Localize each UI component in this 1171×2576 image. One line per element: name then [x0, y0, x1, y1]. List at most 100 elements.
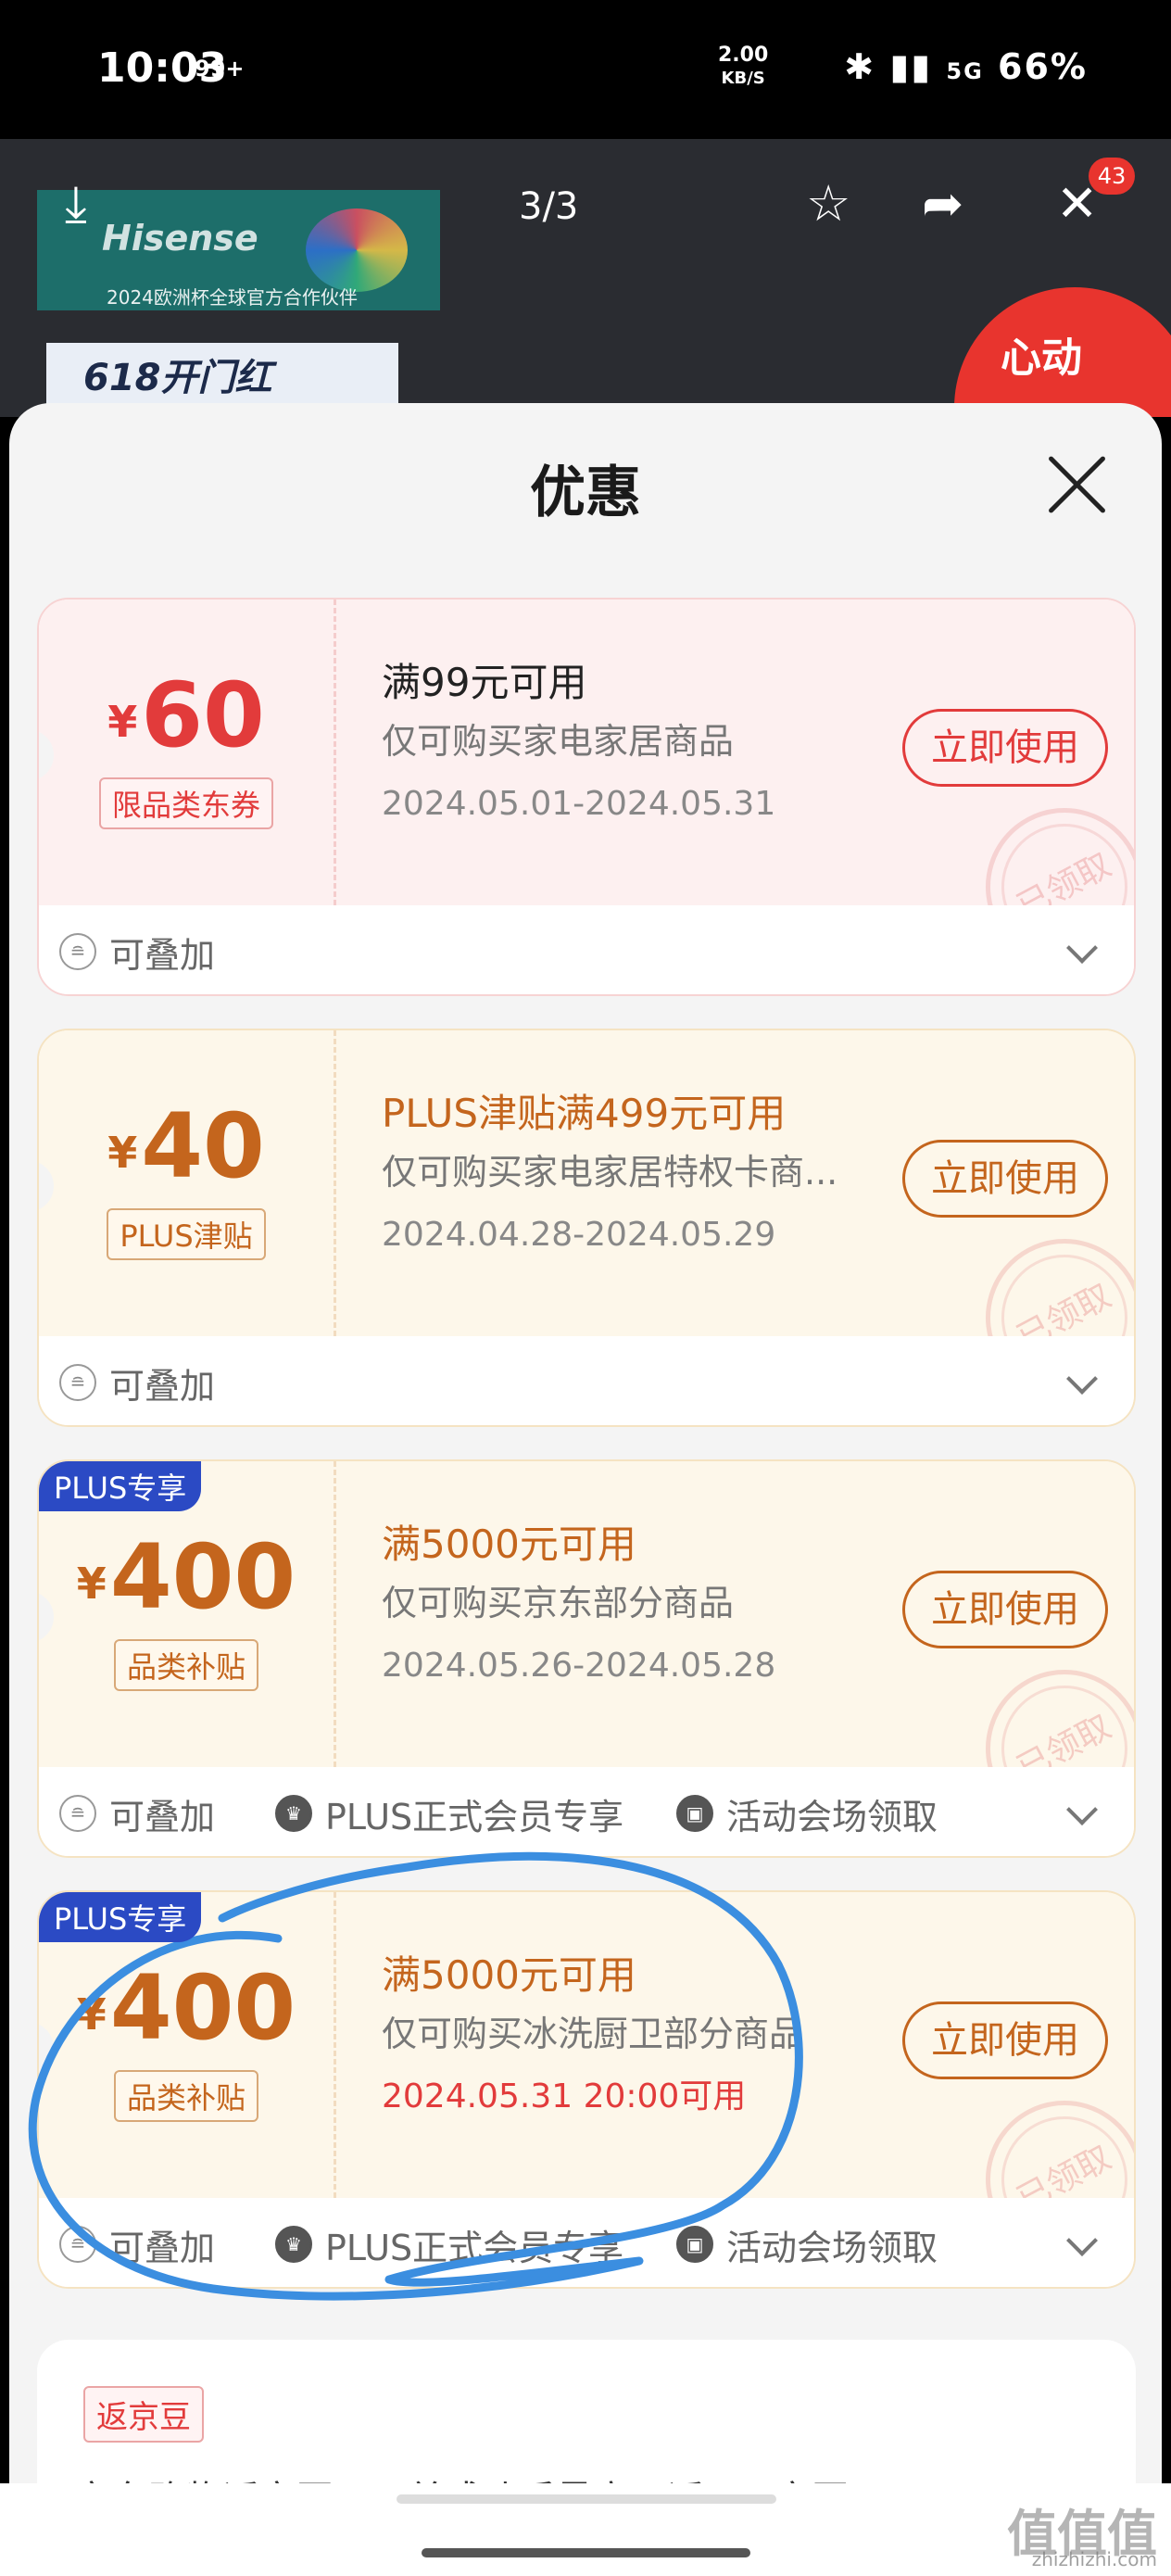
feature-plus-member: ♛ PLUS正式会员专享 — [275, 1789, 623, 1837]
feature-label: 可叠加 — [109, 2227, 216, 2268]
feature-stackable: ≘ 可叠加 — [59, 1789, 215, 1837]
amount-value: 400 — [109, 1956, 296, 2060]
coupon-features: ≘ 可叠加 — [39, 1336, 1134, 1425]
coupon-info: 满5000元可用 仅可购买冰洗厨卫部分商品 2024.05.31 20:00可用 — [382, 1948, 900, 2129]
close-icon[interactable] — [1045, 451, 1110, 516]
coupon-type: 限品类东券 — [39, 777, 334, 829]
star-icon[interactable]: ☆ — [806, 176, 850, 232]
banner-brand: Hisense — [102, 218, 258, 259]
banner-subtitle: 2024欧洲杯全球官方合作伙伴 — [107, 286, 358, 309]
feature-label: 活动会场领取 — [726, 2227, 938, 2268]
notification-count: 43 — [1089, 158, 1135, 195]
coupon-info: 满99元可用 仅可购买家电家居商品 2024.05.01-2024.05.31 — [382, 655, 900, 837]
feature-venue-claim: ▣ 活动会场领取 — [676, 1789, 938, 1837]
coupon-info: PLUS津贴满499元可用 仅可购买家电家居特权卡商... 2024.04.28… — [382, 1086, 900, 1268]
use-now-button[interactable]: 立即使用 — [902, 709, 1108, 787]
coupon-type: 品类补贴 — [39, 2070, 334, 2122]
coupon-sheet: 优惠 ¥60 限品类东券 满99元可用 仅可购买家电家居商品 2024.05.0… — [9, 403, 1162, 2576]
network-speed-unit: KB/S — [721, 69, 765, 88]
ticket-icon: ▣ — [676, 2226, 713, 2263]
feature-stackable: ≘ 可叠加 — [59, 2220, 215, 2268]
coupon-type-tag: PLUS津贴 — [107, 1208, 266, 1260]
coupon-main: ¥400 品类补贴 满5000元可用 仅可购买冰洗厨卫部分商品 2024.05.… — [39, 1892, 1134, 2286]
sheet-header: 优惠 — [9, 403, 1162, 542]
card-divider — [334, 1461, 336, 1767]
banner-bottom: 618开门红 — [83, 357, 272, 399]
feature-stackable: ≘ 可叠加 — [59, 1358, 215, 1407]
currency-symbol: ¥ — [76, 1559, 107, 1609]
coupon-main: ¥60 限品类东券 满99元可用 仅可购买家电家居商品 2024.05.01-2… — [39, 600, 1134, 993]
amount-value: 40 — [141, 1094, 265, 1198]
coupon-desc: 仅可购买家电家居商品 — [382, 721, 735, 762]
image-viewer: Hisense 2024欧洲杯全球官方合作伙伴 618开门红 心动 — [0, 139, 1171, 417]
status-bar: 10:03 99+ 2.00 KB/S ✱ ▮▮ 5G 66% — [0, 0, 1171, 139]
coupon-type-tag: 品类补贴 — [113, 2070, 258, 2122]
coupon-card: PLUS专享 ¥400 品类补贴 满5000元可用 仅可购买冰洗厨卫部分商品 2… — [37, 1890, 1136, 2289]
feature-label: 可叠加 — [109, 1365, 216, 1407]
card-divider — [334, 1892, 336, 2198]
currency-symbol: ¥ — [107, 1128, 138, 1178]
network-speed: 2.00 KB/S — [718, 44, 768, 90]
coupon-main: ¥400 品类补贴 满5000元可用 仅可购买京东部分商品 2024.05.26… — [39, 1461, 1134, 1855]
use-now-button[interactable]: 立即使用 — [902, 1571, 1108, 1648]
coupon-date: 2024.05.31 20:00可用 — [382, 2077, 747, 2115]
coupon-type-tag: 限品类东券 — [98, 777, 273, 829]
hisense-banner: Hisense 2024欧洲杯全球官方合作伙伴 — [37, 190, 440, 310]
currency-symbol: ¥ — [76, 1989, 107, 2039]
coupon-amount: ¥400 — [39, 1526, 334, 1628]
chevron-down-icon[interactable] — [1066, 932, 1098, 964]
coupon-date: 2024.04.28-2024.05.29 — [382, 1216, 776, 1254]
coupon-info: 满5000元可用 仅可购买京东部分商品 2024.05.26-2024.05.2… — [382, 1517, 900, 1698]
chevron-down-icon[interactable] — [1066, 1363, 1098, 1395]
watermark-url: zhizhizhi.com — [1031, 2548, 1157, 2570]
amount-value: 60 — [141, 663, 265, 767]
stackable-icon: ≘ — [59, 1795, 96, 1832]
coupon-title: 满5000元可用 — [382, 1522, 636, 1567]
battery-level: 66% — [998, 46, 1088, 87]
coupon-date: 2024.05.01-2024.05.31 — [382, 785, 776, 823]
coupon-amount: ¥400 — [39, 1957, 334, 2059]
feature-label: 可叠加 — [109, 934, 216, 976]
crown-icon: ♛ — [275, 1795, 312, 1832]
sheet-title: 优惠 — [530, 461, 641, 525]
use-now-button[interactable]: 立即使用 — [902, 1140, 1108, 1218]
chevron-down-icon[interactable] — [1066, 1794, 1098, 1825]
share-icon[interactable]: ➦ — [922, 176, 963, 232]
coupon-card: ¥60 限品类东券 满99元可用 仅可购买家电家居商品 2024.05.01-2… — [37, 598, 1136, 996]
coupon-features: ≘ 可叠加 ♛ PLUS正式会员专享 ▣ 活动会场领取 — [39, 1767, 1134, 1856]
amount-value: 400 — [109, 1525, 296, 1629]
bluetooth-icon: ✱ — [844, 46, 876, 87]
chevron-down-icon[interactable] — [1066, 2225, 1098, 2256]
promo-text: 心动 — [1001, 335, 1082, 382]
coupon-type: PLUS津贴 — [39, 1208, 334, 1260]
feature-label: 活动会场领取 — [726, 1796, 938, 1837]
coupon-features: ≘ 可叠加 ♛ PLUS正式会员专享 ▣ 活动会场领取 — [39, 2198, 1134, 2287]
stackable-icon: ≘ — [59, 2226, 96, 2263]
coupon-desc: 仅可购买家电家居特权卡商... — [382, 1152, 838, 1193]
download-icon[interactable]: ⤓ — [65, 176, 87, 232]
return-beans-tag: 返京豆 — [83, 2386, 204, 2443]
coupon-title: 满99元可用 — [382, 660, 587, 705]
plus-exclusive-badge: PLUS专享 — [39, 1461, 202, 1511]
feature-label: 可叠加 — [109, 1796, 216, 1837]
stackable-icon: ≘ — [59, 1364, 96, 1401]
status-right: ✱ ▮▮ 5G 66% — [844, 46, 1088, 87]
coupon-amount: ¥60 — [39, 664, 334, 766]
stackable-icon: ≘ — [59, 933, 96, 970]
gesture-handle[interactable] — [422, 2548, 750, 2557]
network-type: 5G — [946, 58, 984, 84]
coupon-amount: ¥40 — [39, 1095, 334, 1197]
signal-icon: ▮▮ — [889, 46, 933, 87]
coupon-desc: 仅可购买京东部分商品 — [382, 1583, 735, 1623]
use-now-button[interactable]: 立即使用 — [902, 2001, 1108, 2079]
currency-symbol: ¥ — [107, 697, 138, 747]
feature-label: PLUS正式会员专享 — [325, 2227, 624, 2268]
coupon-main: ¥40 PLUS津贴 PLUS津贴满499元可用 仅可购买家电家居特权卡商...… — [39, 1030, 1134, 1424]
coupon-title: PLUS津贴满499元可用 — [382, 1091, 787, 1136]
notification-badge: 99+ — [195, 56, 245, 82]
network-speed-value: 2.00 — [718, 44, 769, 67]
euro-logo — [306, 208, 408, 292]
plus-exclusive-badge: PLUS专享 — [39, 1892, 202, 1942]
card-divider — [334, 1030, 336, 1336]
coupon-features: ≘ 可叠加 — [39, 905, 1134, 994]
